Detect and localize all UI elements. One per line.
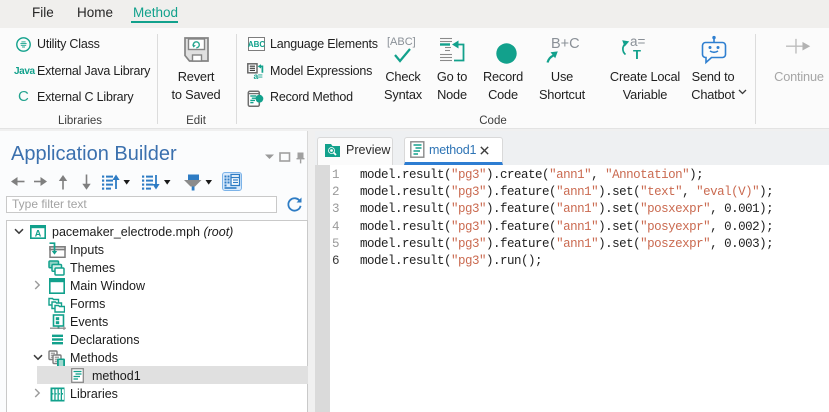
svg-text:a=: a= bbox=[254, 71, 263, 80]
svg-text:A: A bbox=[35, 228, 42, 238]
svg-text:ABC: ABC bbox=[248, 40, 265, 49]
